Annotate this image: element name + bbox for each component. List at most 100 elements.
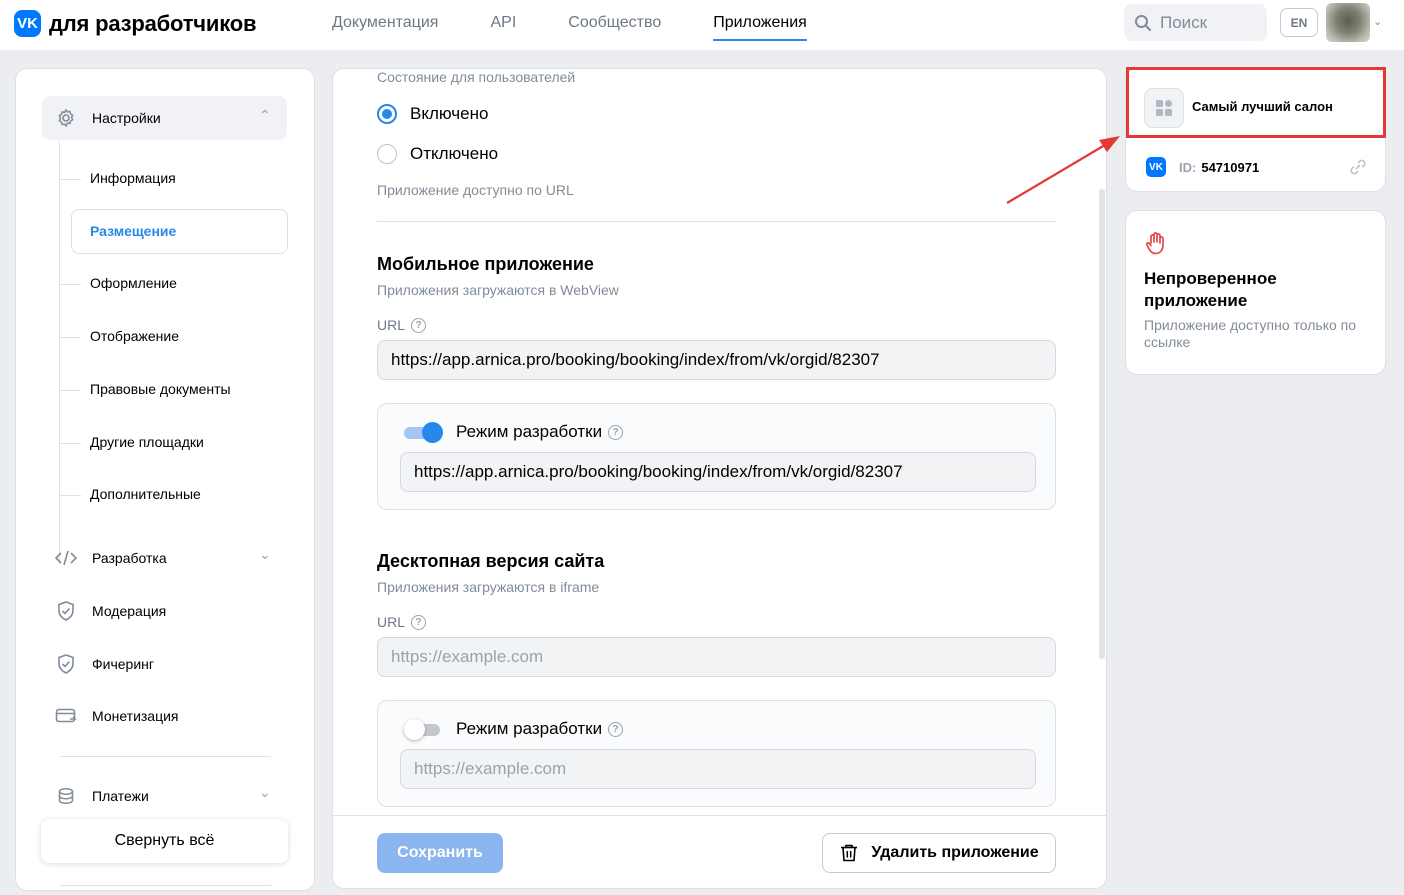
radio-enabled[interactable]: Включено <box>377 104 488 124</box>
url-label-text: URL <box>377 317 406 333</box>
url-label-text: URL <box>377 614 406 630</box>
dev-mode-label: Режим разработки <box>456 719 603 738</box>
desktop-section-subtitle: Приложения загружаются в iframe <box>377 579 600 595</box>
sidebar-item-label: Настройки <box>92 110 161 126</box>
mobile-url-label: URL ? <box>377 317 427 333</box>
mobile-section-title: Мобильное приложение <box>377 254 594 274</box>
radio-label: Отключено <box>410 144 499 163</box>
unverified-card: Непроверенное приложение Приложение дост… <box>1125 210 1386 375</box>
nav-apps[interactable]: Приложения <box>713 0 807 50</box>
search-input[interactable]: Поиск <box>1124 4 1267 41</box>
divider <box>377 221 1056 222</box>
vk-logo-icon: VK <box>14 10 41 37</box>
top-header: VK для разработчиков Документация API Со… <box>0 0 1404 50</box>
radio-label: Включено <box>410 104 489 123</box>
help-icon[interactable]: ? <box>411 614 427 630</box>
settings-sidebar: Настройки ⌃ Информация Размещение Оформл… <box>15 68 315 891</box>
desktop-dev-url-input[interactable]: https://example.com <box>400 749 1036 789</box>
sidebar-item-moderation[interactable]: Модерация <box>55 600 166 622</box>
tree-tick <box>59 337 81 338</box>
mobile-dev-mode-box: Режим разработки ? https://app.arnica.pr… <box>377 403 1056 510</box>
sub-item-display[interactable]: Отображение <box>90 328 179 344</box>
sub-item-platforms[interactable]: Другие площадки <box>90 434 204 450</box>
app-id-row: VK ID: 54710971 <box>1146 157 1259 177</box>
sidebar-item-label: Разработка <box>92 550 167 566</box>
sidebar-item-development[interactable]: Разработка <box>55 547 167 569</box>
desktop-dev-mode-toggle[interactable] <box>404 719 442 740</box>
unverified-description: Приложение доступно только по ссылке <box>1144 317 1357 350</box>
sub-item-legal[interactable]: Правовые документы <box>90 381 231 397</box>
desktop-url-label: URL ? <box>377 614 427 630</box>
placement-panel: Состояние для пользователей Включено Отк… <box>332 68 1107 889</box>
scrollbar[interactable] <box>1099 189 1105 659</box>
collapse-all-button[interactable]: Свернуть всё <box>41 819 288 863</box>
sidebar-item-label: Фичеринг <box>92 656 154 672</box>
save-button[interactable]: Сохранить <box>377 833 503 873</box>
trash-icon <box>841 844 858 862</box>
id-label: ID: <box>1179 159 1197 175</box>
mobile-dev-mode-row: Режим разработки ? <box>404 422 624 443</box>
radio-checked-icon <box>377 104 397 124</box>
sub-item-additional[interactable]: Дополнительные <box>90 486 201 502</box>
sub-item-placement-label: Размещение <box>90 223 177 239</box>
sidebar-item-label: Модерация <box>92 603 167 619</box>
desktop-url-input[interactable]: https://example.com <box>377 637 1056 677</box>
nav-community[interactable]: Сообщество <box>568 0 661 50</box>
logo[interactable]: VK для разработчиков <box>14 10 256 37</box>
shield-check-icon <box>55 653 77 675</box>
tree-tick <box>59 179 81 180</box>
main-nav: Документация API Сообщество Приложения <box>332 0 859 50</box>
chevron-down-icon[interactable]: ⌄ <box>1373 15 1382 28</box>
shield-check-icon <box>55 600 77 622</box>
card-icon <box>55 705 77 727</box>
help-icon[interactable]: ? <box>411 317 427 333</box>
sidebar-item-label: Платежи <box>92 788 149 804</box>
state-label: Состояние для пользователей <box>377 69 576 85</box>
form-footer: Сохранить Удалить приложение <box>333 815 1106 888</box>
hand-stop-icon <box>1145 232 1164 255</box>
mobile-section-subtitle: Приложения загружаются в WebView <box>377 282 619 298</box>
mobile-dev-mode-toggle[interactable] <box>404 422 443 443</box>
sub-item-info[interactable]: Информация <box>90 170 176 186</box>
nav-api[interactable]: API <box>490 0 516 50</box>
gear-icon <box>55 107 77 129</box>
tree-tick <box>59 495 81 496</box>
dev-mode-label: Режим разработки <box>456 422 603 441</box>
tree-line <box>59 141 60 564</box>
sidebar-item-payments[interactable]: Платежи <box>55 785 149 807</box>
tree-tick <box>59 390 81 391</box>
help-icon[interactable]: ? <box>608 424 624 440</box>
vk-logo-icon: VK <box>1146 157 1166 177</box>
state-hint: Приложение доступно по URL <box>377 182 574 198</box>
unverified-title: Непроверенное приложение <box>1144 269 1277 310</box>
desktop-section-title: Десктопная версия сайта <box>377 551 605 571</box>
sub-item-placement[interactable]: Размещение <box>71 209 288 254</box>
radio-disabled[interactable]: Отключено <box>377 144 498 164</box>
chevron-down-icon[interactable]: ⌄ <box>259 546 271 563</box>
desktop-dev-mode-row: Режим разработки ? <box>404 719 624 740</box>
tree-tick <box>59 284 81 285</box>
tree-tick <box>59 443 81 444</box>
link-icon[interactable] <box>1348 157 1368 177</box>
language-switch[interactable]: EN <box>1280 8 1318 37</box>
mobile-url-input[interactable]: https://app.arnica.pro/booking/booking/i… <box>377 340 1056 380</box>
avatar[interactable] <box>1326 3 1370 42</box>
delete-app-label: Удалить приложение <box>871 844 1039 861</box>
delete-app-button[interactable]: Удалить приложение <box>822 833 1056 873</box>
chevron-down-icon[interactable]: ⌄ <box>259 784 271 801</box>
id-value: 54710971 <box>1201 159 1260 175</box>
divider <box>60 756 271 757</box>
chevron-up-icon[interactable]: ⌃ <box>259 107 271 124</box>
nav-docs[interactable]: Документация <box>332 0 438 50</box>
search-icon <box>1135 14 1151 31</box>
sidebar-item-featuring[interactable]: Фичеринг <box>55 653 154 675</box>
sidebar-item-monetization[interactable]: Монетизация <box>55 705 179 727</box>
mobile-dev-url-input[interactable]: https://app.arnica.pro/booking/booking/i… <box>400 452 1036 492</box>
logo-text: для разработчиков <box>49 10 257 36</box>
sidebar-item-label: Монетизация <box>92 708 179 724</box>
help-icon[interactable]: ? <box>608 721 624 737</box>
highlight-box <box>1126 67 1386 138</box>
sidebar-item-settings[interactable]: Настройки <box>55 107 161 129</box>
sub-item-design[interactable]: Оформление <box>90 275 177 291</box>
desktop-dev-mode-box: Режим разработки ? https://example.com <box>377 700 1056 807</box>
